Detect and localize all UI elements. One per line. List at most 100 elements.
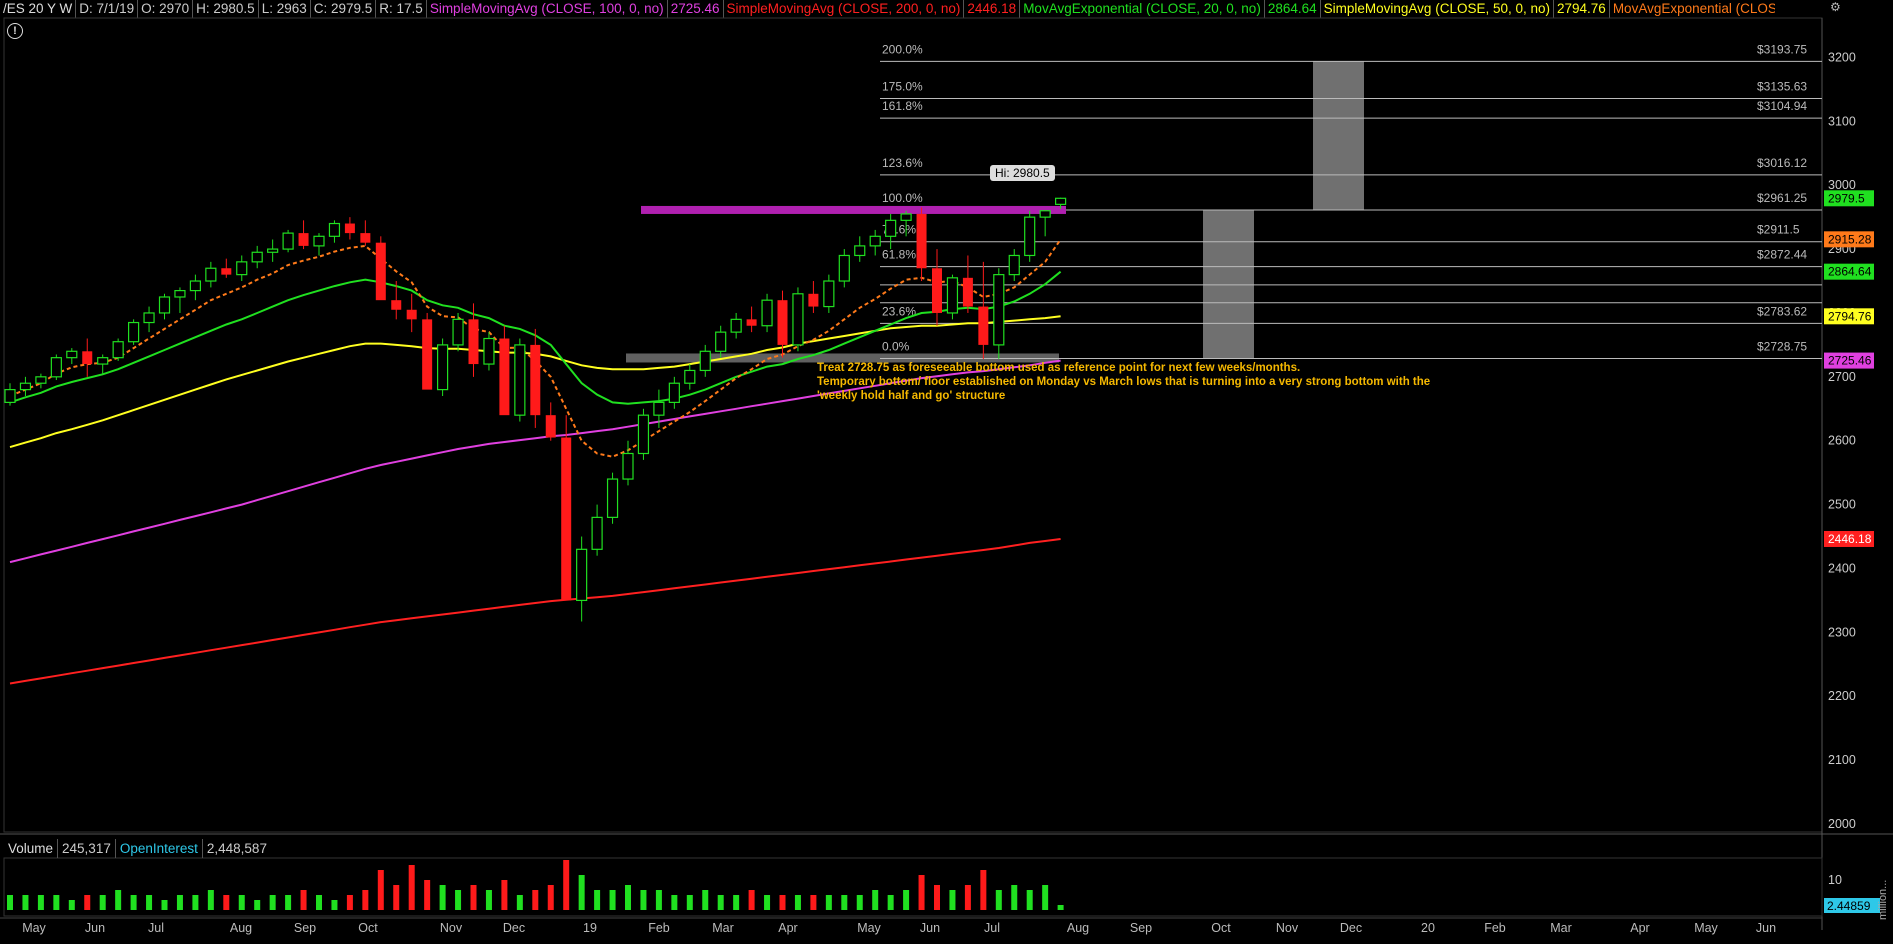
volume-bar <box>686 895 693 910</box>
candle-body <box>730 318 742 333</box>
volume-bar <box>7 895 13 910</box>
price-chart[interactable]: 3200310030002900280027002600250024002300… <box>0 0 1893 944</box>
candle-body <box>143 312 155 324</box>
candle-body <box>189 280 201 292</box>
x-axis-label: May <box>857 921 881 935</box>
x-axis-label: Jul <box>984 921 1000 935</box>
candle-body <box>838 254 850 282</box>
price-axis-label: 2500 <box>1828 498 1856 512</box>
x-axis-label: 20 <box>1421 921 1435 935</box>
x-axis-label: Mar <box>1550 921 1572 935</box>
volume-bar <box>238 895 245 910</box>
open-interest-value: 2,448,587 <box>206 841 267 856</box>
candle-body <box>236 261 248 276</box>
candle-body <box>360 233 371 243</box>
volume-bar <box>918 875 925 910</box>
resistance-band <box>641 205 1066 214</box>
volume-bar <box>424 880 431 910</box>
volume-bar <box>655 890 662 910</box>
candle-body <box>746 319 757 326</box>
volume-bar <box>609 890 616 910</box>
volume-bar <box>115 890 122 910</box>
price-axis-label: 2000 <box>1828 817 1856 831</box>
candle-body <box>468 319 479 365</box>
x-axis-label: Feb <box>1484 921 1506 935</box>
volume-bar <box>99 895 106 910</box>
fib-price-label: $3104.94 <box>1757 99 1807 113</box>
candle-body <box>174 290 186 298</box>
x-axis-label: Dec <box>1340 921 1362 935</box>
candle-body <box>946 277 959 314</box>
candle-body <box>344 223 355 234</box>
x-axis-label: Nov <box>440 921 463 935</box>
volume-bar <box>872 890 879 910</box>
candle-body <box>916 213 927 269</box>
candle-body <box>962 277 973 307</box>
volume-bar <box>37 895 44 910</box>
fib-percent-label: 61.8% <box>882 248 916 262</box>
x-axis-label: Oct <box>358 921 378 935</box>
candle-body <box>313 235 325 247</box>
volume-bar <box>439 885 446 910</box>
volume-bar <box>1026 890 1033 910</box>
candle-body <box>35 376 47 384</box>
fib-price-label: $2728.75 <box>1757 339 1807 353</box>
measure-zone <box>1203 209 1254 359</box>
price-axis-label: 2700 <box>1828 370 1856 384</box>
volume-units-label: million... <box>1877 880 1889 920</box>
price-axis-label: 2400 <box>1828 561 1856 575</box>
volume-bar <box>346 895 353 910</box>
volume-bar <box>980 870 987 910</box>
candle-body <box>128 321 140 343</box>
candle-body <box>777 300 788 345</box>
volume-bar <box>161 900 168 910</box>
candle-body <box>576 548 588 602</box>
candle-body <box>993 274 1005 346</box>
candle-body <box>684 369 696 384</box>
volume-bar <box>300 890 307 910</box>
volume-bar <box>68 900 75 910</box>
candle-body <box>715 331 727 352</box>
price-axis-label: 2300 <box>1828 625 1856 639</box>
volume-bar <box>903 890 910 910</box>
volume-bar <box>285 895 292 910</box>
candle-body <box>545 415 556 438</box>
x-axis-label: Dec <box>503 921 525 935</box>
x-axis-label: Aug <box>230 921 252 935</box>
candle-body <box>1039 210 1051 218</box>
volume-bar <box>794 895 801 910</box>
candle-body <box>422 319 433 390</box>
plot-frame <box>3 17 1823 833</box>
candle-body <box>391 300 402 310</box>
volume-value: 245,317 <box>58 839 116 858</box>
volume-bar <box>640 890 647 910</box>
candle-body <box>112 341 124 359</box>
candle-body <box>19 382 32 391</box>
candle-body <box>885 219 897 237</box>
fib-percent-label: 161.8% <box>882 99 923 113</box>
volume-bar <box>887 895 894 910</box>
candle-body <box>4 389 16 403</box>
sma200-line <box>9 538 1061 685</box>
candle-body <box>328 222 341 237</box>
candle-body <box>483 337 495 365</box>
chart-annotation: Treat 2728.75 as foreseeable bottom used… <box>817 362 1431 402</box>
fib-price-label: $3193.75 <box>1757 42 1807 56</box>
volume-bar <box>671 895 678 910</box>
price-axis-label: 3100 <box>1828 114 1856 128</box>
fib-percent-label: 100.0% <box>882 191 923 205</box>
volume-bar <box>269 895 276 910</box>
fib-percent-label: 175.0% <box>882 80 923 94</box>
candle-body <box>561 437 572 601</box>
fib-price-label: $3016.12 <box>1757 156 1807 170</box>
fib-percent-label: 123.6% <box>882 156 923 170</box>
candle-body <box>267 248 279 253</box>
candle-body <box>97 357 109 365</box>
fib-percent-label: 0.0% <box>882 339 910 353</box>
candle-body <box>761 299 773 327</box>
volume-bar <box>856 895 863 910</box>
volume-bar <box>146 895 153 910</box>
volume-header: Volume 245,317 OpenInterest 2,448,587 <box>4 839 271 858</box>
price-badge-value: 2725.46 <box>1828 354 1872 368</box>
candle-body <box>900 213 912 221</box>
